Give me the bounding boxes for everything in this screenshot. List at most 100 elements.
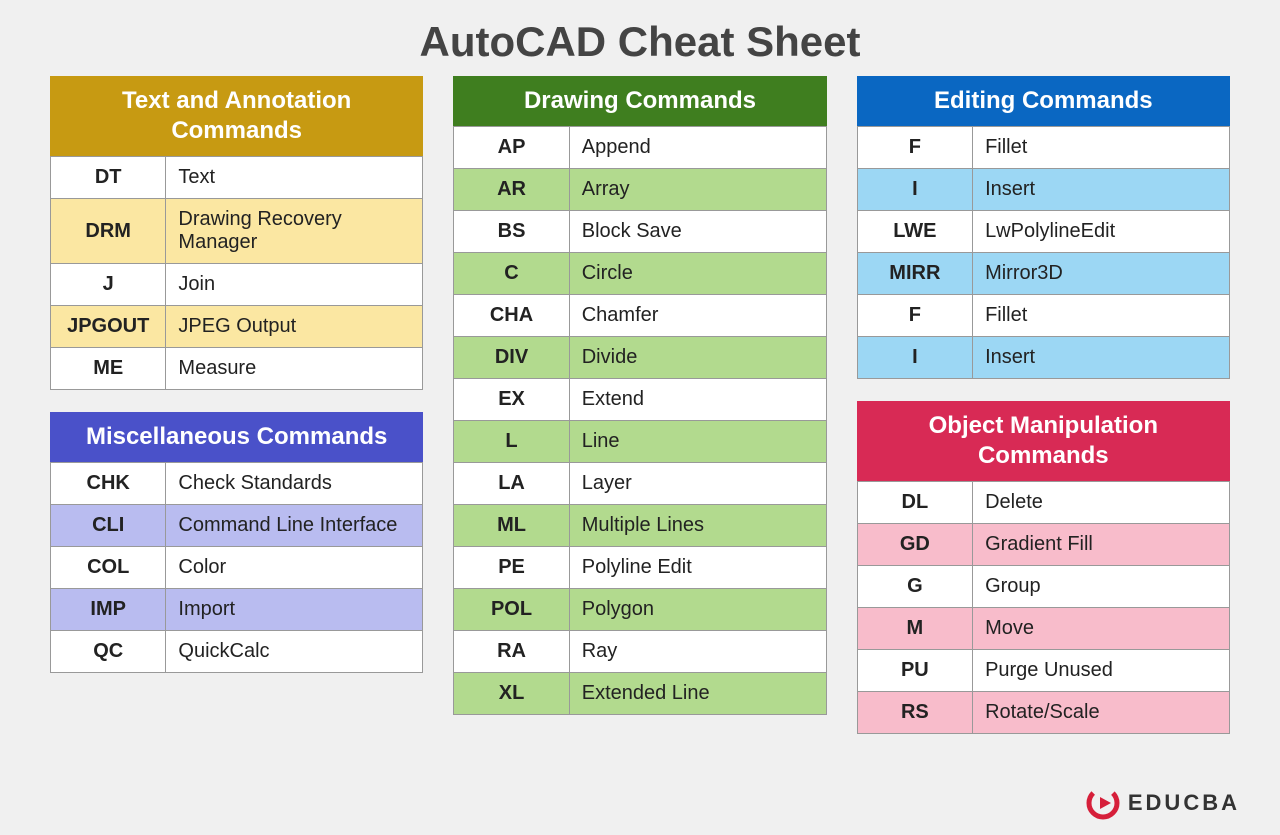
command-desc: Group (973, 566, 1230, 608)
column-right: Editing Commands FFillet IInsert LWELwPo… (857, 76, 1230, 756)
card-editing: Editing Commands FFillet IInsert LWELwPo… (857, 76, 1230, 379)
card-header-object-manipulation: Object Manipulation Commands (857, 401, 1230, 481)
command-code: AP (454, 127, 569, 169)
column-left: Text and Annotation Commands DTText DRMD… (50, 76, 423, 756)
command-code: BS (454, 211, 569, 253)
command-desc: Ray (569, 631, 826, 673)
table-row: RSRotate/Scale (857, 692, 1229, 734)
table-row: MMove (857, 608, 1229, 650)
command-code: IMP (51, 589, 166, 631)
command-code: AR (454, 169, 569, 211)
command-desc: Divide (569, 337, 826, 379)
card-drawing: Drawing Commands APAppend ARArray BSBloc… (453, 76, 826, 715)
command-code: JPGOUT (51, 306, 166, 348)
card-object-manipulation: Object Manipulation Commands DLDelete GD… (857, 401, 1230, 734)
command-desc: Chamfer (569, 295, 826, 337)
content-columns: Text and Annotation Commands DTText DRMD… (0, 76, 1280, 756)
command-code: F (857, 295, 972, 337)
command-code: DL (857, 482, 972, 524)
command-code: G (857, 566, 972, 608)
command-code: CLI (51, 505, 166, 547)
command-code: L (454, 421, 569, 463)
command-desc: Command Line Interface (166, 505, 423, 547)
table-row: COLColor (51, 547, 423, 589)
card-header-drawing: Drawing Commands (453, 76, 826, 126)
command-code: DT (51, 157, 166, 199)
command-desc: Delete (973, 482, 1230, 524)
command-code: RS (857, 692, 972, 734)
table-row: MEMeasure (51, 348, 423, 390)
command-code: LWE (857, 211, 972, 253)
command-desc: Insert (973, 337, 1230, 379)
table-row: IInsert (857, 169, 1229, 211)
table-row: CHKCheck Standards (51, 463, 423, 505)
command-code: MIRR (857, 253, 972, 295)
command-code: C (454, 253, 569, 295)
card-header-miscellaneous: Miscellaneous Commands (50, 412, 423, 462)
command-code: XL (454, 673, 569, 715)
command-code: ME (51, 348, 166, 390)
command-desc: LwPolylineEdit (973, 211, 1230, 253)
command-code: LA (454, 463, 569, 505)
card-header-editing: Editing Commands (857, 76, 1230, 126)
command-code: M (857, 608, 972, 650)
command-desc: Circle (569, 253, 826, 295)
table-row: JPGOUTJPEG Output (51, 306, 423, 348)
card-miscellaneous: Miscellaneous Commands CHKCheck Standard… (50, 412, 423, 673)
command-desc: Polyline Edit (569, 547, 826, 589)
table-row: DIVDivide (454, 337, 826, 379)
command-desc: Drawing Recovery Manager (166, 199, 423, 264)
table-row: JJoin (51, 264, 423, 306)
command-code: PU (857, 650, 972, 692)
command-code: I (857, 337, 972, 379)
command-desc: Join (166, 264, 423, 306)
table-row: MLMultiple Lines (454, 505, 826, 547)
command-desc: Purge Unused (973, 650, 1230, 692)
command-code: F (857, 127, 972, 169)
command-desc: Array (569, 169, 826, 211)
command-desc: QuickCalc (166, 631, 423, 673)
command-desc: Text (166, 157, 423, 199)
table-row: MIRRMirror3D (857, 253, 1229, 295)
command-desc: Check Standards (166, 463, 423, 505)
table-row: GGroup (857, 566, 1229, 608)
table-row: CLICommand Line Interface (51, 505, 423, 547)
command-desc: Insert (973, 169, 1230, 211)
table-row: PUPurge Unused (857, 650, 1229, 692)
command-code: QC (51, 631, 166, 673)
table-row: IMPImport (51, 589, 423, 631)
table-row: APAppend (454, 127, 826, 169)
table-row: POLPolygon (454, 589, 826, 631)
command-code: I (857, 169, 972, 211)
table-row: RARay (454, 631, 826, 673)
table-row: LALayer (454, 463, 826, 505)
table-row: CCircle (454, 253, 826, 295)
table-object-manipulation: DLDelete GDGradient Fill GGroup MMove PU… (857, 481, 1230, 734)
command-code: EX (454, 379, 569, 421)
command-desc: Rotate/Scale (973, 692, 1230, 734)
command-desc: Line (569, 421, 826, 463)
command-code: POL (454, 589, 569, 631)
brand: EDUCBA (1086, 786, 1240, 820)
command-code: CHA (454, 295, 569, 337)
command-desc: Extended Line (569, 673, 826, 715)
table-row: LWELwPolylineEdit (857, 211, 1229, 253)
table-text-annotation: DTText DRMDrawing Recovery Manager JJoin… (50, 156, 423, 390)
column-middle: Drawing Commands APAppend ARArray BSBloc… (453, 76, 826, 756)
table-row: FFillet (857, 295, 1229, 337)
table-row: GDGradient Fill (857, 524, 1229, 566)
command-desc: Append (569, 127, 826, 169)
card-text-annotation: Text and Annotation Commands DTText DRMD… (50, 76, 423, 390)
command-code: CHK (51, 463, 166, 505)
table-row: LLine (454, 421, 826, 463)
table-row: EXExtend (454, 379, 826, 421)
table-row: DRMDrawing Recovery Manager (51, 199, 423, 264)
card-header-text-annotation: Text and Annotation Commands (50, 76, 423, 156)
command-desc: Move (973, 608, 1230, 650)
table-row: XLExtended Line (454, 673, 826, 715)
command-desc: Gradient Fill (973, 524, 1230, 566)
page-title: AutoCAD Cheat Sheet (0, 0, 1280, 76)
command-desc: JPEG Output (166, 306, 423, 348)
table-miscellaneous: CHKCheck Standards CLICommand Line Inter… (50, 462, 423, 673)
command-code: DRM (51, 199, 166, 264)
